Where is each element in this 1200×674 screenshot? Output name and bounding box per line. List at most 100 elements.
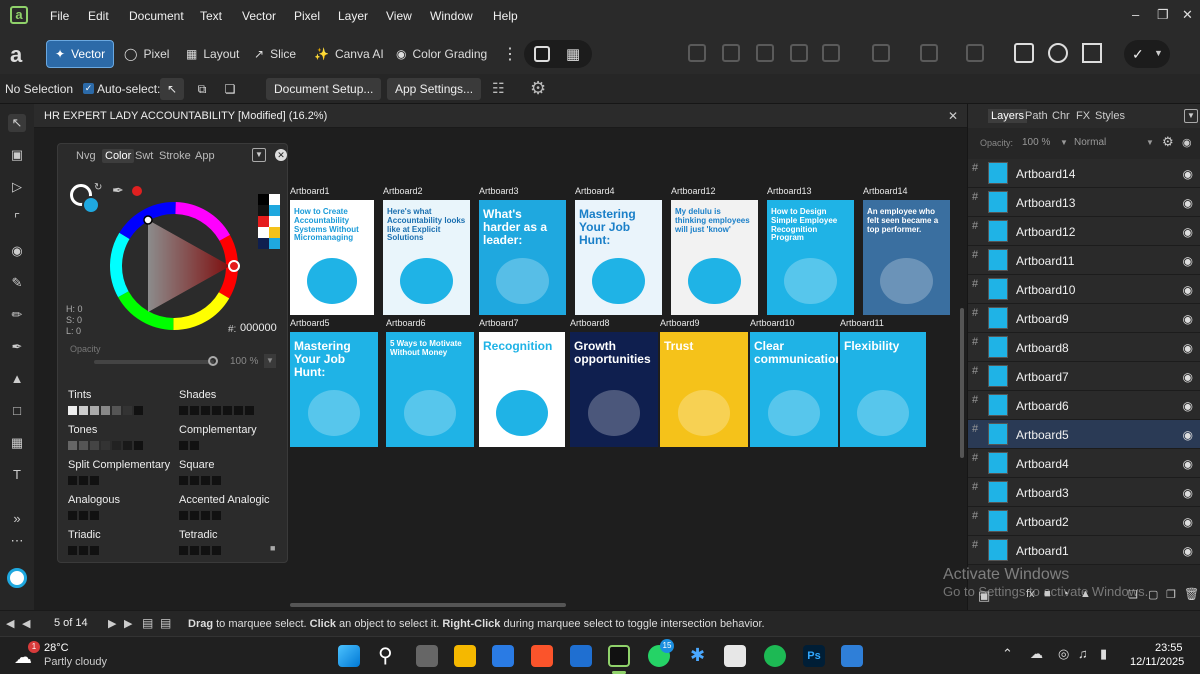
artboard[interactable]: How to Create Accountability Systems Wit… [290,200,374,315]
artboard-label[interactable]: Artboard11 [840,318,884,328]
analogous-swatches[interactable] [68,509,101,523]
artboard[interactable]: Growth opportunities [570,332,658,447]
close-document-icon[interactable]: ✕ [948,109,958,123]
eye-icon[interactable]: ◉ [1183,254,1193,268]
show-hidden-icons[interactable]: ⌃ [1002,646,1013,662]
vertical-scrollbar[interactable] [960,308,964,458]
fill-tool-icon[interactable]: ▲ [8,370,26,388]
layer-row[interactable]: # Artboard8 ◉ [968,333,1200,362]
opacity-value[interactable]: 100 % [230,356,258,367]
app-icon[interactable]: a [10,42,22,68]
eye-icon[interactable]: ◉ [1183,283,1193,297]
affinity-logo-icon[interactable]: a [10,6,28,24]
recent-swatches[interactable] [258,194,280,266]
restore-icon[interactable]: ❐ [1157,7,1169,23]
eye-icon[interactable]: ◉ [1183,370,1193,384]
persona-canva-ai[interactable]: ✨ Canva AI [306,40,392,68]
tab-fx[interactable]: FX [1076,110,1090,122]
clock-time[interactable]: 23:55 [1155,642,1183,654]
boolean-xor-icon[interactable] [790,44,808,62]
tab-swatches[interactable]: Swt [135,150,153,162]
layer-row[interactable]: # Artboard14 ◉ [968,159,1200,188]
complementary-swatches[interactable] [179,439,201,453]
eye-icon[interactable]: ◉ [1183,515,1193,529]
artboard-label[interactable]: Artboard3 [479,186,519,196]
eye-icon[interactable]: ◉ [1183,399,1193,413]
transform-icon[interactable] [1048,43,1068,63]
opacity-slider-handle[interactable] [208,356,218,366]
eye-icon[interactable]: ◉ [1183,341,1193,355]
layer-row[interactable]: # Artboard12 ◉ [968,217,1200,246]
next-page-icon[interactable]: ▶ [108,617,116,630]
last-page-icon[interactable]: ▶ [124,617,132,630]
artboard[interactable]: My delulu is thinking employees will jus… [671,200,758,315]
page-list-icon[interactable]: ▤ [142,616,153,630]
artboard-label[interactable]: Artboard14 [863,186,908,196]
menu-document[interactable]: Document [129,9,184,23]
grid-view-icon[interactable]: ▦ [566,45,580,63]
persona-slice[interactable]: ↗ Slice [246,40,304,68]
view-text-icon[interactable] [534,46,550,62]
menu-edit[interactable]: Edit [88,9,109,23]
color-wheel[interactable] [108,200,240,332]
artboard-label[interactable]: Artboard5 [290,318,330,328]
eye-icon[interactable]: ◉ [1183,457,1193,471]
eyedropper-icon[interactable]: ✒ [112,182,124,199]
tab-stroke[interactable]: Stroke [159,150,191,162]
battery-icon[interactable]: ▮ [1100,646,1107,662]
pen-tool-icon[interactable]: ✎ [8,274,26,292]
artboard-label[interactable]: Artboard9 [660,318,700,328]
menu-view[interactable]: View [386,9,412,23]
tab-navigator[interactable]: Nvg [76,150,96,162]
document-tab[interactable]: HR EXPERT LADY ACCOUNTABILITY [Modified]… [34,104,967,128]
affinity-taskbar-icon[interactable] [608,645,630,667]
assistant-group[interactable]: ✓ ▼ [1124,40,1170,68]
tints-swatches[interactable] [68,404,145,418]
artboard-label[interactable]: Artboard4 [575,186,615,196]
persona-color-grading[interactable]: ◉ Color Grading [388,40,495,68]
flip-icon[interactable] [872,44,890,62]
opacity-slider[interactable] [94,360,214,364]
tab-styles[interactable]: Styles [1095,110,1125,122]
speaker-icon[interactable]: ♫ [1078,646,1088,661]
triadic-swatches[interactable] [68,544,101,558]
search-icon[interactable]: ⚲ [378,643,393,668]
weather-widget[interactable]: ☁ 1 [14,641,40,667]
more-vertical-icon[interactable]: ⋮ [502,44,518,64]
blend-chevron-icon[interactable]: ▼ [1146,138,1154,147]
gear-icon[interactable]: ⚙ [530,78,546,99]
artboard-tool-icon[interactable]: ▣ [8,146,26,164]
shades-swatches[interactable] [179,404,256,418]
more-tools-icon[interactable]: ⋯ [8,532,26,550]
photos-icon[interactable] [841,645,863,667]
split-complementary-swatches[interactable] [68,474,101,488]
snapping-icon[interactable] [1014,43,1034,63]
eye-icon[interactable]: ◉ [1183,486,1193,500]
eye-icon[interactable]: ◉ [1183,167,1193,181]
menu-pixel[interactable]: Pixel [294,9,320,23]
hex-input[interactable]: 000000 [240,322,277,334]
select-intersect-icon[interactable]: ⧉ [190,78,214,100]
layer-row[interactable]: # Artboard13 ◉ [968,188,1200,217]
brave-browser-icon[interactable] [531,645,553,667]
layer-row[interactable]: # Artboard7 ◉ [968,362,1200,391]
notepad-icon[interactable] [570,645,592,667]
panel-menu-icon[interactable]: ▼ [252,148,266,162]
select-group-icon[interactable]: ❏ [218,78,242,100]
persona-vector[interactable]: ✦ Vector [46,40,115,68]
shape-builder-icon[interactable]: ◉ [8,242,26,260]
artboard[interactable]: Mastering Your Job Hunt: [575,200,662,315]
close-window-icon[interactable]: ✕ [1182,7,1193,23]
place-image-icon[interactable]: ▦ [8,434,26,452]
tab-path[interactable]: Path [1025,110,1048,122]
mirror-icon[interactable] [920,44,938,62]
swap-colors-icon[interactable]: ↻ [94,182,102,193]
layer-opacity-value[interactable]: 100 % [1022,137,1050,148]
app-green-icon[interactable] [764,645,786,667]
minimize-icon[interactable]: – [1132,7,1139,22]
artboard-label[interactable]: Artboard1 [290,186,330,196]
tones-swatches[interactable] [68,439,145,453]
menu-window[interactable]: Window [430,9,473,23]
persona-pixel[interactable]: ◯ Pixel [116,40,177,68]
layer-row[interactable]: # Artboard4 ◉ [968,449,1200,478]
